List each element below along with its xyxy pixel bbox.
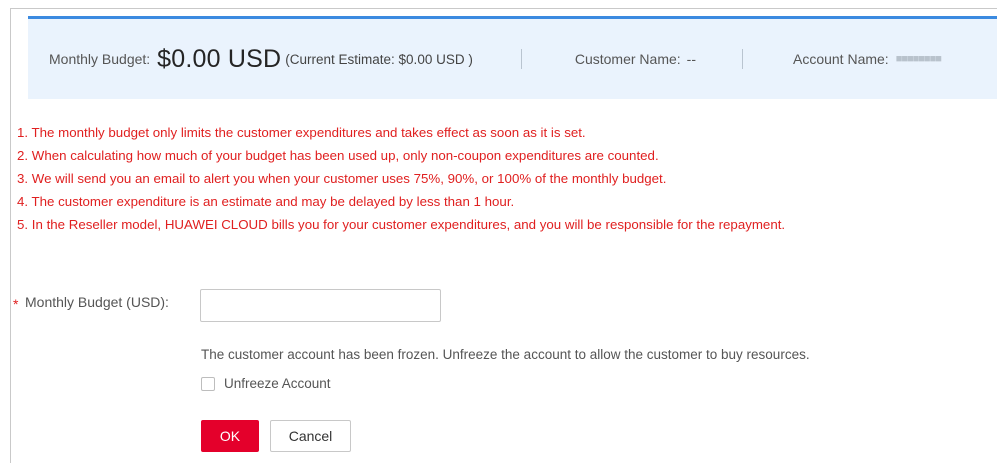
- unfreeze-account-checkbox[interactable]: [201, 377, 215, 391]
- customer-name-value: --: [686, 51, 696, 67]
- note-item: 2. When calculating how much of your bud…: [17, 148, 659, 163]
- cancel-button[interactable]: Cancel: [270, 420, 351, 452]
- account-name-label: Account Name:: [792, 51, 889, 67]
- customer-name-label: Customer Name:: [574, 51, 681, 67]
- note-item: 3. We will send you an email to alert yo…: [17, 171, 667, 186]
- note-item: 1. The monthly budget only limits the cu…: [17, 125, 586, 140]
- monthly-budget-field-label: Monthly Budget (USD):: [25, 294, 169, 310]
- current-estimate: (Current Estimate: $0.00 USD ): [285, 51, 473, 67]
- note-item: 4. The customer expenditure is an estima…: [17, 194, 515, 209]
- monthly-budget-label: Monthly Budget:: [49, 51, 151, 67]
- ok-button[interactable]: OK: [201, 420, 259, 452]
- summary-divider: [741, 49, 743, 69]
- monthly-budget-value: $0.00 USD: [157, 44, 282, 73]
- summary-divider: [520, 49, 522, 69]
- unfreeze-account-label[interactable]: Unfreeze Account: [224, 376, 331, 391]
- monthly-budget-input[interactable]: [200, 289, 441, 322]
- budget-summary-bar: Monthly Budget: $0.00 USD (Current Estim…: [28, 19, 997, 99]
- required-asterisk: *: [13, 296, 19, 312]
- frozen-account-message: The customer account has been frozen. Un…: [201, 347, 810, 362]
- budget-notes: 1. The monthly budget only limits the cu…: [17, 124, 977, 239]
- account-name-value-blurred: ■■■■■■■■: [895, 53, 942, 65]
- note-item: 5. In the Reseller model, HUAWEI CLOUD b…: [17, 217, 786, 232]
